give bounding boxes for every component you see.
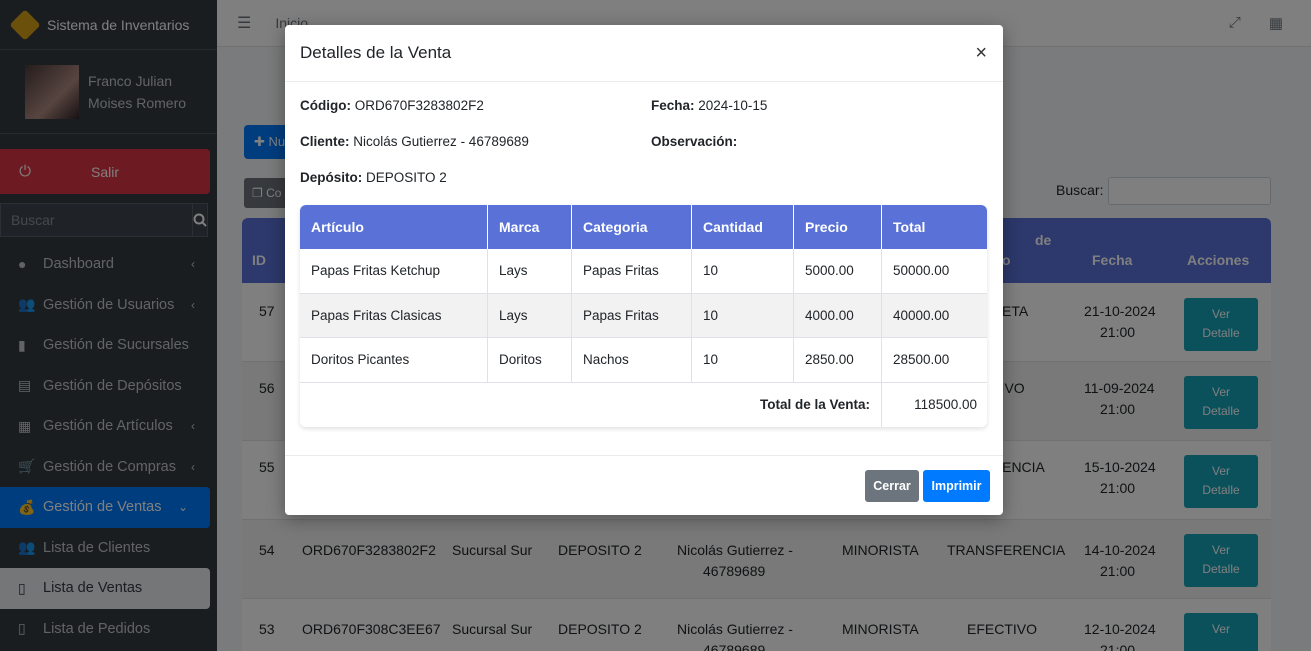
observacion-field: Observación:: [651, 134, 738, 149]
items-table: Artículo Marca Categoria Cantidad Precio…: [300, 205, 987, 427]
cerrar-button[interactable]: Cerrar: [865, 470, 919, 502]
close-icon[interactable]: ×: [975, 42, 988, 65]
fecha-field: Fecha: 2024-10-15: [651, 98, 768, 113]
col-cantidad: Cantidad: [692, 205, 794, 249]
col-precio: Precio: [794, 205, 882, 249]
sale-details-modal: Detalles de la Venta × Código: ORD670F32…: [285, 25, 1003, 515]
item-row: Papas Fritas Ketchup Lays Papas Fritas 1…: [300, 249, 987, 294]
modal-title: Detalles de la Venta: [300, 43, 452, 62]
sale-total-value: 118500.00: [914, 397, 977, 412]
item-row: Doritos Picantes Doritos Nachos 10 2850.…: [300, 338, 987, 383]
modal-header: Detalles de la Venta ×: [285, 25, 1003, 82]
col-marca: Marca: [488, 205, 572, 249]
items-table-header: Artículo Marca Categoria Cantidad Precio…: [300, 205, 987, 249]
cliente-field: Cliente: Nicolás Gutierrez - 46789689: [300, 134, 529, 149]
col-categoria: Categoria: [572, 205, 692, 249]
codigo-field: Código: ORD670F3283802F2: [300, 98, 484, 113]
sale-total-label: Total de la Venta:: [300, 382, 882, 427]
modal-footer: Cerrar Imprimir: [285, 455, 1003, 515]
imprimir-button[interactable]: Imprimir: [923, 470, 990, 502]
col-articulo: Artículo: [300, 205, 488, 249]
sale-total-row: Total de la Venta: 118500.00: [300, 382, 987, 427]
deposito-field: Depósito: DEPOSITO 2: [300, 170, 447, 185]
col-total: Total: [893, 219, 926, 235]
item-row: Papas Fritas Clasicas Lays Papas Fritas …: [300, 293, 987, 338]
